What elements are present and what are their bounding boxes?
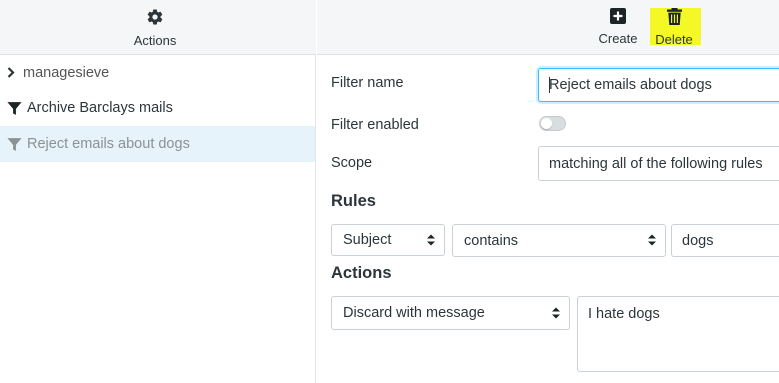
actions-heading: Actions	[331, 264, 392, 282]
filters-list-panel: Actions managesieve Archive Barclays mai…	[0, 0, 316, 383]
left-toolbar: Actions	[0, 0, 316, 55]
gear-icon	[146, 8, 164, 29]
rule-operator-value: contains	[464, 232, 519, 249]
filter-name-input[interactable]: Reject emails about dogs	[538, 68, 779, 102]
delete-button[interactable]: Delete	[647, 8, 701, 47]
filter-enabled-label: Filter enabled	[331, 117, 419, 133]
chevron-right-icon[interactable]	[6, 67, 16, 78]
rules-heading: Rules	[331, 192, 376, 210]
filter-set-managesieve[interactable]: managesieve	[0, 55, 315, 90]
filter-icon	[4, 136, 24, 153]
filter-item-label: Reject emails about dogs	[27, 136, 190, 152]
actions-button[interactable]: Actions	[134, 8, 176, 48]
select-arrows-icon	[427, 234, 435, 246]
filter-enabled-toggle[interactable]	[539, 116, 566, 131]
filter-item-archive-barclays[interactable]: Archive Barclays mails	[0, 90, 315, 126]
action-type-value: Discard with message	[343, 305, 485, 321]
filter-tree: managesieve Archive Barclays mails Rejec…	[0, 55, 315, 162]
select-arrows-icon	[648, 234, 656, 246]
trash-icon	[666, 8, 682, 28]
filter-item-label: Archive Barclays mails	[27, 100, 173, 116]
filter-item-reject-dogs[interactable]: Reject emails about dogs	[0, 126, 315, 162]
rule-value-input[interactable]: dogs	[671, 224, 779, 257]
scope-value: matching all of the following rules	[549, 155, 763, 172]
create-label: Create	[598, 31, 638, 46]
rule-header-value: Subject	[343, 232, 392, 248]
filter-set-label: managesieve	[23, 64, 110, 81]
action-message-textarea[interactable]: I hate dogs	[577, 296, 779, 372]
create-button[interactable]: Create	[598, 8, 638, 46]
action-message-text: I hate dogs	[588, 306, 660, 322]
rule-operator-select[interactable]: contains	[452, 224, 666, 257]
rule-value-text: dogs	[682, 232, 714, 249]
action-type-select[interactable]: Discard with message	[331, 296, 570, 330]
actions-label: Actions	[133, 33, 177, 48]
filter-icon	[4, 100, 24, 117]
app-window: Actions managesieve Archive Barclays mai…	[0, 0, 779, 383]
filter-name-label: Filter name	[331, 75, 404, 91]
right-toolbar: Create Delete	[317, 0, 779, 55]
select-arrows-icon	[552, 307, 560, 319]
plus-square-icon	[610, 8, 626, 27]
toggle-knob	[541, 118, 552, 129]
filter-edit-panel: Create Delete Filter name Reject emails …	[317, 0, 779, 383]
scope-select[interactable]: matching all of the following rules	[538, 146, 779, 181]
filter-name-value: Reject emails about dogs	[549, 77, 712, 93]
scope-label: Scope	[331, 155, 373, 171]
delete-label: Delete	[655, 32, 693, 47]
rule-header-select[interactable]: Subject	[331, 224, 445, 256]
